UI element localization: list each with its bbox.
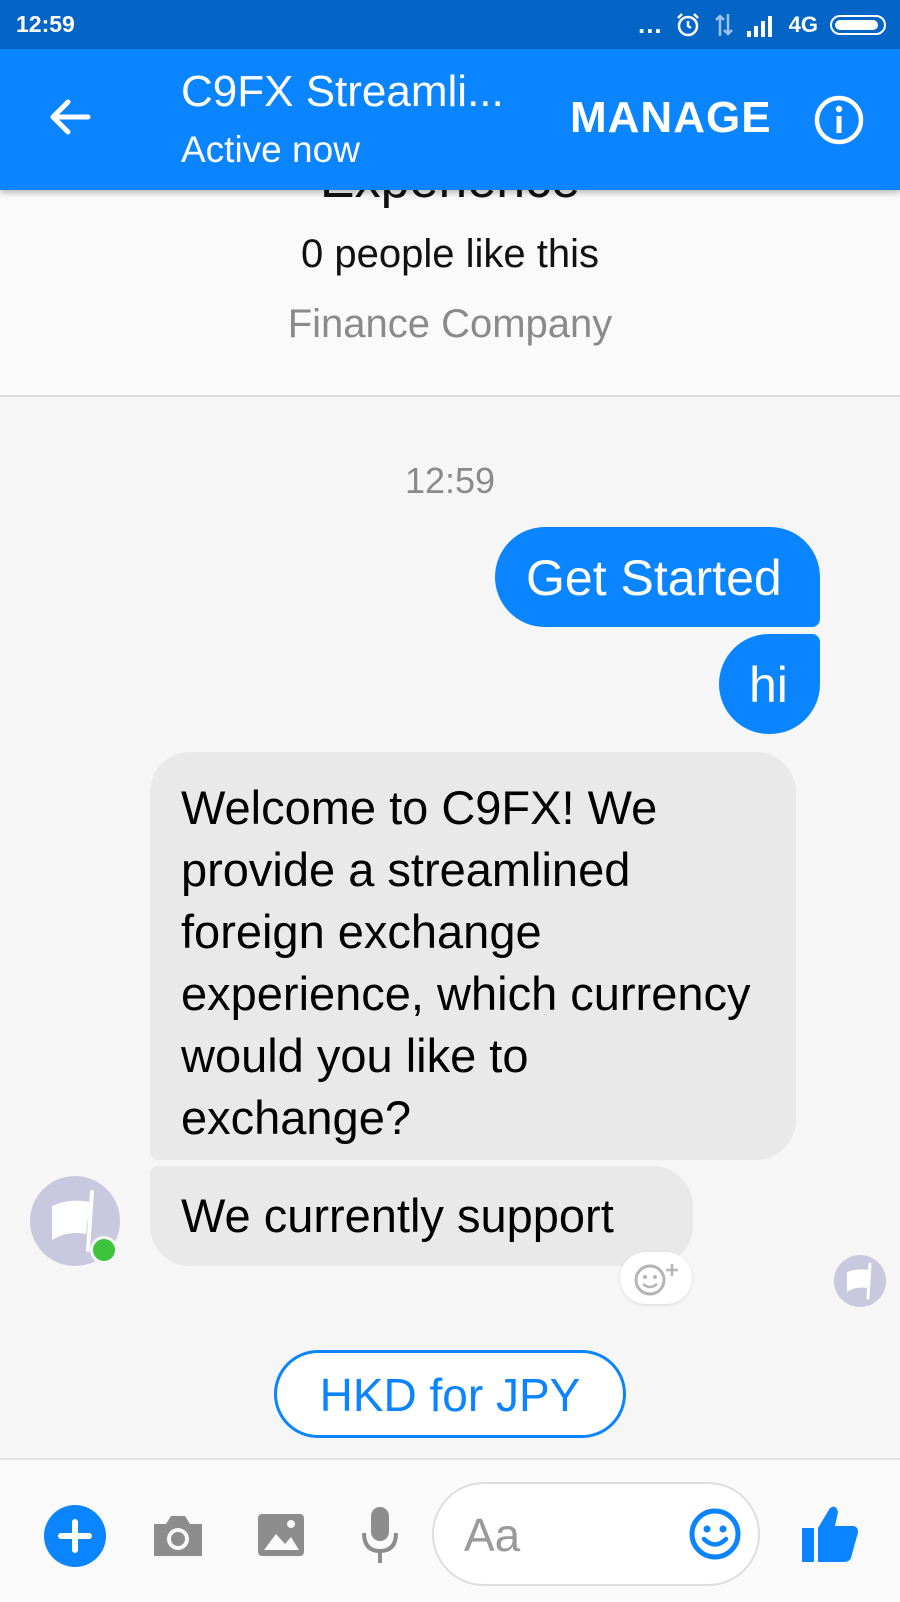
back-arrow-icon[interactable] bbox=[44, 91, 96, 143]
microphone-icon[interactable] bbox=[360, 1505, 400, 1567]
reaction-button[interactable] bbox=[620, 1252, 692, 1304]
camera-icon[interactable] bbox=[150, 1508, 206, 1564]
active-status: Active now bbox=[181, 129, 360, 170]
outgoing-message[interactable]: hi bbox=[719, 634, 820, 734]
gallery-icon[interactable] bbox=[256, 1510, 306, 1560]
page-likes: 0 people like this bbox=[301, 232, 599, 276]
emoji-icon[interactable] bbox=[688, 1507, 742, 1561]
page-info-card: Experience 0 people like this Finance Co… bbox=[0, 190, 900, 397]
conversation-title[interactable]: C9FX Streamli... bbox=[181, 67, 504, 117]
flag-icon bbox=[847, 1262, 872, 1300]
network-type: 4G bbox=[788, 11, 818, 37]
alarm-icon bbox=[676, 12, 699, 36]
conversation-app-bar: C9FX Streamli... Active now MANAGE bbox=[0, 49, 900, 190]
online-indicator bbox=[90, 1236, 118, 1264]
add-reaction-icon bbox=[634, 1264, 678, 1296]
status-bar: 12:59 ... 4G bbox=[0, 0, 900, 49]
page-category: Finance Company bbox=[287, 302, 613, 346]
info-icon[interactable] bbox=[813, 94, 865, 146]
message-input[interactable] bbox=[462, 1502, 666, 1568]
outgoing-message[interactable]: Get Started bbox=[495, 527, 820, 627]
message-composer bbox=[0, 1458, 900, 1602]
incoming-message[interactable]: We currently support bbox=[150, 1166, 693, 1266]
more-dots: ... bbox=[637, 9, 663, 39]
plus-glyph bbox=[58, 1519, 92, 1553]
quick-reply-button[interactable]: HKD for JPY bbox=[274, 1350, 626, 1438]
status-icons: ... 4G bbox=[638, 9, 886, 40]
page-name-cutoff: Experience bbox=[0, 190, 900, 210]
manage-button[interactable]: MANAGE bbox=[570, 93, 772, 143]
plus-icon[interactable] bbox=[44, 1505, 106, 1567]
message-timestamp: 12:59 bbox=[404, 460, 496, 501]
bot-avatar[interactable] bbox=[30, 1176, 120, 1266]
data-arrows-icon bbox=[714, 13, 733, 36]
incoming-message[interactable]: Welcome to C9FX! We provide a streamline… bbox=[150, 752, 796, 1160]
thumbs-up-icon[interactable] bbox=[800, 1502, 860, 1564]
seen-indicator-avatar bbox=[834, 1255, 886, 1307]
battery-icon bbox=[830, 14, 886, 35]
status-time: 12:59 bbox=[16, 11, 75, 37]
signal-icon bbox=[746, 15, 772, 37]
